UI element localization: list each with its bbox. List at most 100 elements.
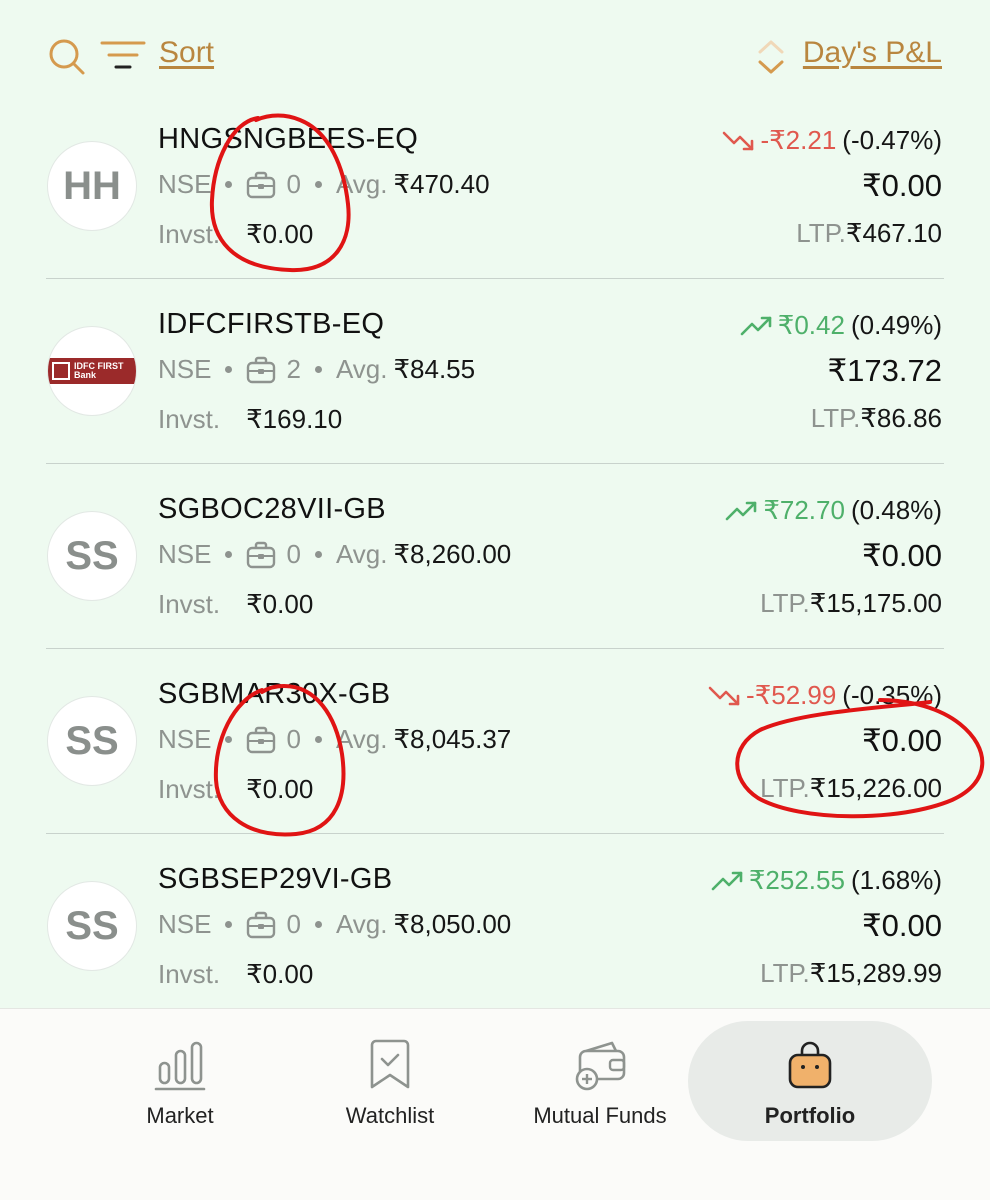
change-value: -₹52.99 — [746, 680, 837, 710]
holding-meta: NSE 0 Avg. ₹8,260.00 — [158, 539, 511, 570]
briefcase-icon — [247, 726, 276, 753]
change-percent: (-0.47%) — [842, 125, 942, 155]
holding-row[interactable]: SS SGBMAR30X-GB NSE 0 Avg. ₹8,045.37 Inv… — [0, 665, 990, 850]
divider — [46, 833, 944, 834]
nav-item-watchlist[interactable]: Watchlist — [320, 1009, 460, 1200]
current-value: ₹173.72 — [827, 353, 942, 388]
days-pnl-link[interactable]: Day's P&L — [803, 36, 942, 70]
change-percent: (0.48%) — [850, 495, 942, 525]
current-value: ₹0.00 — [861, 538, 942, 573]
holding-meta: NSE 2 Avg. ₹84.55 — [158, 354, 475, 385]
current-value: ₹0.00 — [861, 168, 942, 203]
invested: Invst. ₹0.00 — [158, 589, 313, 620]
ltp: LTP.₹15,175.00 — [760, 588, 942, 619]
avg-price: ₹8,050.00 — [393, 909, 512, 939]
ltp: LTP.₹15,289.99 — [760, 958, 942, 989]
quantity: 2 — [286, 354, 301, 384]
holding-meta: NSE 0 Avg. ₹8,050.00 — [158, 909, 511, 940]
change-percent: (0.49%) — [850, 310, 942, 340]
invested: Invst. ₹0.00 — [158, 959, 313, 990]
ltp: LTP.₹467.10 — [796, 218, 942, 249]
bookmark-check-icon — [370, 1039, 410, 1089]
sort-link[interactable]: Sort — [159, 36, 214, 70]
invested-label: Invst. — [158, 774, 221, 804]
bank-logo: IDFC FIRST Bank — [48, 358, 136, 384]
invested-value: ₹169.10 — [246, 404, 343, 434]
change-percent: (1.68%) — [850, 865, 942, 895]
toolbar: Sort Day's P&L — [0, 0, 990, 110]
invested-label: Invst. — [158, 404, 221, 434]
holding-row[interactable]: HH HNGSNGBEES-EQ NSE 0 Avg. ₹470.40 Invs… — [0, 110, 990, 295]
bar-chart-icon — [154, 1041, 206, 1091]
exchange: NSE — [158, 909, 212, 939]
ltp-value: ₹15,289.99 — [809, 958, 942, 988]
invested-value: ₹0.00 — [246, 589, 314, 619]
ltp-value: ₹86.86 — [860, 403, 942, 433]
avg-price: ₹8,260.00 — [393, 539, 512, 569]
updown-icon[interactable] — [756, 38, 786, 76]
avg-price: ₹84.55 — [393, 354, 476, 384]
nav-label: Portfolio — [764, 1103, 856, 1128]
avatar: HH — [47, 141, 137, 231]
search-icon[interactable] — [46, 36, 86, 76]
trend-up-icon — [711, 871, 743, 890]
holding-row[interactable]: SS SGBOC28VII-GB NSE 0 Avg. ₹8,260.00 In… — [0, 480, 990, 665]
invested: Invst. ₹0.00 — [158, 219, 313, 250]
nav-label: Mutual Funds — [533, 1103, 667, 1128]
ltp: LTP.₹15,226.00 — [760, 773, 942, 804]
day-change: ₹252.55 (1.68%) — [711, 865, 942, 896]
holding-symbol: SGBMAR30X-GB — [158, 678, 391, 710]
briefcase-icon — [247, 911, 276, 938]
current-value: ₹0.00 — [861, 908, 942, 943]
ltp: LTP.₹86.86 — [811, 403, 942, 434]
change-value: -₹2.21 — [760, 125, 837, 155]
current-value: ₹0.00 — [861, 723, 942, 758]
nav-label: Market — [146, 1103, 214, 1128]
ltp-label: LTP. — [760, 773, 810, 803]
nav-item-market[interactable]: Market — [110, 1009, 250, 1200]
ltp-value: ₹467.10 — [845, 218, 942, 248]
day-change: ₹72.70 (0.48%) — [725, 495, 942, 526]
change-value: ₹0.42 — [777, 310, 845, 340]
nav-item-mutual-funds[interactable]: Mutual Funds — [515, 1009, 685, 1200]
holding-symbol: HNGSNGBEES-EQ — [158, 123, 419, 155]
avatar: SS — [47, 511, 137, 601]
holding-meta: NSE 0 Avg. ₹470.40 — [158, 169, 490, 200]
avg-label: Avg. — [335, 539, 388, 569]
avg-price: ₹470.40 — [393, 169, 490, 199]
avg-label: Avg. — [335, 169, 388, 199]
logo-text: IDFC FIRST Bank — [74, 361, 124, 380]
holding-meta: NSE 0 Avg. ₹8,045.37 — [158, 724, 511, 755]
holding-symbol: IDFCFIRSTB-EQ — [158, 308, 385, 340]
avatar: IDFC FIRST Bank — [47, 326, 137, 416]
exchange: NSE — [158, 354, 212, 384]
invested-label: Invst. — [158, 589, 221, 619]
quantity: 0 — [286, 539, 301, 569]
nav-label: Watchlist — [345, 1103, 435, 1128]
trend-up-icon — [740, 316, 772, 335]
trend-up-icon — [726, 501, 757, 520]
ltp-label: LTP. — [760, 958, 810, 988]
invested-value: ₹0.00 — [246, 959, 314, 989]
invested-label: Invst. — [158, 959, 221, 989]
trend-down-icon — [723, 131, 754, 150]
ltp-value: ₹15,175.00 — [809, 588, 942, 618]
bottom-nav: Market Watchlist Mutual Funds Portfolio — [0, 1008, 990, 1200]
invested: Invst. ₹169.10 — [158, 404, 342, 435]
briefcase-icon — [247, 541, 276, 568]
filter-icon[interactable] — [100, 38, 146, 72]
avatar: SS — [47, 881, 137, 971]
exchange: NSE — [158, 724, 212, 754]
day-change: -₹2.21 (-0.47%) — [722, 125, 942, 156]
briefcase-icon — [247, 171, 276, 198]
ltp-label: LTP. — [810, 403, 861, 433]
change-percent: (-0.35%) — [842, 680, 942, 710]
day-change: -₹52.99 (-0.35%) — [708, 680, 942, 711]
change-value: ₹252.55 — [748, 865, 845, 895]
nav-item-portfolio[interactable]: Portfolio — [740, 1009, 880, 1200]
quantity: 0 — [286, 169, 301, 199]
holding-row[interactable]: IDFC FIRST Bank IDFCFIRSTB-EQ NSE 2 Avg.… — [0, 295, 990, 480]
avatar: SS — [47, 696, 137, 786]
holding-symbol: SGBSEP29VI-GB — [158, 863, 393, 895]
change-value: ₹72.70 — [763, 495, 845, 525]
